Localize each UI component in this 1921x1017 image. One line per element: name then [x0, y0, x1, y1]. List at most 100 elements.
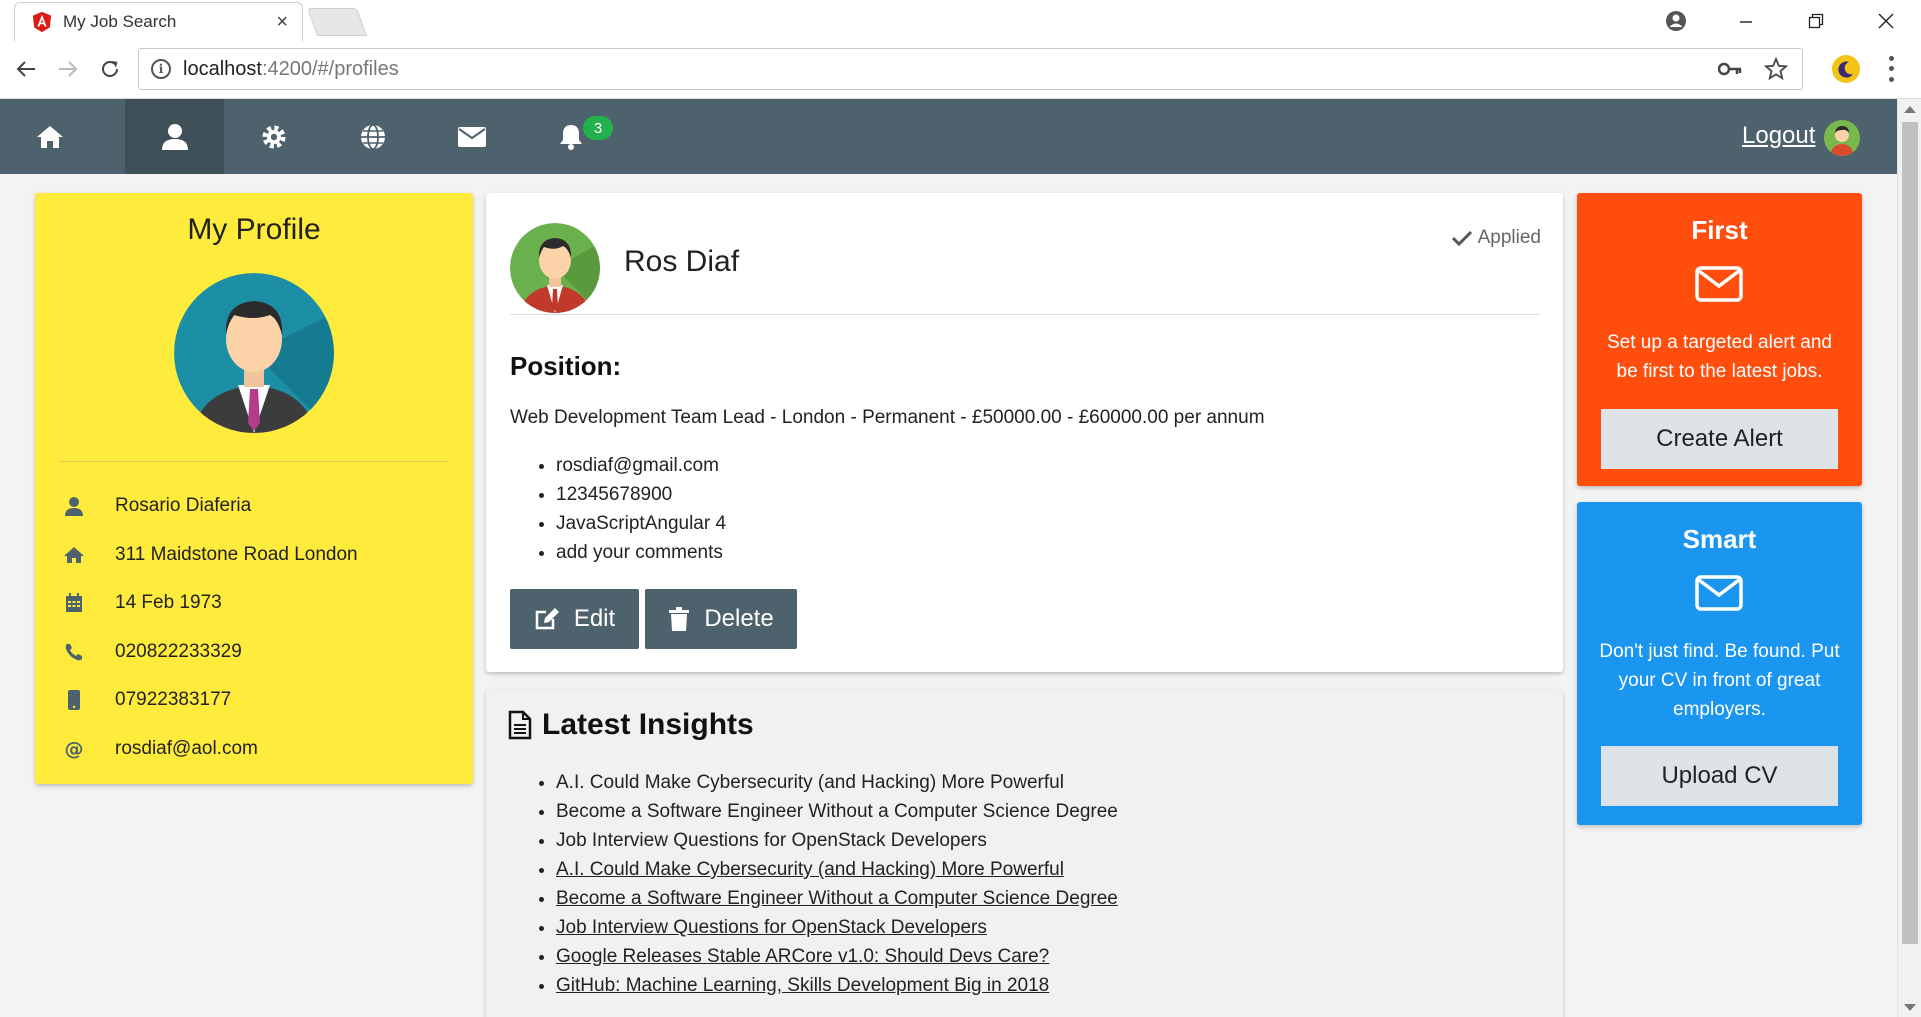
list-item: 12345678900 [556, 480, 726, 509]
minimize-icon[interactable] [1711, 0, 1781, 41]
nav-globe[interactable] [323, 99, 422, 174]
phone-icon [65, 644, 82, 661]
promo-first-card: First Set up a targeted alert and be fir… [1577, 193, 1862, 486]
check-icon [1451, 230, 1472, 246]
create-alert-button[interactable]: Create Alert [1601, 409, 1838, 469]
forward-icon[interactable] [52, 53, 84, 85]
latest-insights-card: Latest Insights A.I. Could Make Cybersec… [486, 690, 1563, 1017]
profile-divider [59, 461, 449, 462]
position-text: Web Development Team Lead - London - Per… [510, 407, 1265, 428]
extension-icon[interactable] [1832, 55, 1860, 83]
url-bar[interactable]: i localhost:4200/#/profiles [138, 48, 1803, 90]
list-item: A.I. Could Make Cybersecurity (and Hacki… [556, 768, 1118, 797]
applicant-avatar [510, 223, 600, 313]
user-icon [65, 497, 83, 516]
browser-account-icon[interactable] [1641, 0, 1711, 41]
browser-menu-icon[interactable] [1884, 53, 1898, 85]
list-item: add your comments [556, 538, 726, 567]
home-icon [36, 125, 63, 148]
app-navbar [0, 99, 1897, 174]
scroll-up-arrow-icon[interactable] [1904, 106, 1916, 113]
page-scrollbar[interactable] [1897, 100, 1921, 1017]
profile-dob-row: 14 Feb 1973 [59, 588, 449, 618]
user-icon [161, 123, 188, 150]
profile-email-row: @ rosdiaf@aol.com [59, 734, 449, 764]
profile-address: 311 Maidstone Road London [115, 544, 358, 565]
profile-email: rosdiaf@aol.com [115, 738, 258, 759]
svg-text:@: @ [65, 739, 84, 759]
insight-link[interactable]: A.I. Could Make Cybersecurity (and Hacki… [556, 855, 1118, 884]
insight-link[interactable]: Google Releases Stable ARCore v1.0: Shou… [556, 942, 1118, 971]
url-text: localhost:4200/#/profiles [183, 57, 399, 80]
new-tab-button[interactable] [306, 8, 368, 36]
job-divider [510, 314, 1540, 315]
reload-icon[interactable] [94, 53, 126, 85]
home-icon [64, 547, 84, 563]
profile-dob: 14 Feb 1973 [115, 592, 222, 613]
nav-mail[interactable] [422, 99, 521, 174]
promo-first-text: Set up a targeted alert and be first to … [1607, 332, 1832, 382]
browser-toolbar: i localhost:4200/#/profiles [0, 41, 1921, 99]
bell-icon [559, 124, 582, 150]
insights-title-text: Latest Insights [542, 708, 754, 741]
promo-smart-title: Smart [1682, 524, 1757, 554]
calendar-icon [66, 593, 82, 612]
trash-icon [669, 607, 690, 631]
job-details-list: rosdiaf@gmail.com 12345678900 JavaScript… [510, 451, 726, 567]
site-info-icon[interactable]: i [151, 59, 171, 79]
mobile-icon [68, 690, 80, 710]
delete-button-label: Delete [704, 605, 774, 632]
edit-button[interactable]: Edit [510, 589, 639, 649]
restore-icon[interactable] [1781, 0, 1851, 41]
nav-home[interactable] [0, 99, 99, 174]
promo-smart-card: Smart Don't just find. Be found. Put you… [1577, 502, 1862, 825]
application-status: Applied [1451, 227, 1541, 249]
profile-phone: 020822233329 [115, 641, 242, 662]
application-status-text: Applied [1477, 227, 1541, 248]
close-window-icon[interactable] [1851, 0, 1921, 41]
profile-name-row: Rosario Diaferia [59, 491, 449, 521]
insight-link[interactable]: Job Interview Questions for OpenStack De… [556, 913, 1118, 942]
document-icon [508, 710, 532, 740]
edit-button-label: Edit [573, 605, 616, 632]
browser-tab[interactable]: My Job Search × [14, 2, 303, 41]
back-icon[interactable] [10, 53, 42, 85]
scroll-thumb[interactable] [1902, 122, 1918, 944]
envelope-icon [1695, 575, 1743, 611]
nav-settings[interactable] [224, 99, 323, 174]
globe-icon [360, 123, 385, 150]
position-label: Position: [510, 351, 622, 381]
list-item: JavaScriptAngular 4 [556, 509, 726, 538]
browser-tab-bar: My Job Search × [0, 0, 1921, 41]
key-icon[interactable] [1718, 62, 1742, 76]
window-controls [1641, 0, 1921, 41]
delete-button[interactable]: Delete [645, 589, 797, 649]
scroll-down-arrow-icon[interactable] [1904, 1004, 1916, 1011]
insights-title: Latest Insights [508, 708, 754, 742]
upload-cv-button[interactable]: Upload CV [1601, 746, 1838, 806]
promo-smart-text: Don't just find. Be found. Put your CV i… [1599, 641, 1840, 720]
tab-close-icon[interactable]: × [276, 11, 288, 34]
envelope-icon [457, 126, 486, 147]
at-sign-icon: @ [65, 739, 84, 759]
insight-link[interactable]: Become a Software Engineer Without a Com… [556, 884, 1118, 913]
list-item: Job Interview Questions for OpenStack De… [556, 826, 1118, 855]
logout-link[interactable]: Logout [1742, 122, 1815, 150]
list-item: rosdiaf@gmail.com [556, 451, 726, 480]
gear-icon [262, 125, 285, 148]
job-application-card: Ros Diaf Applied Position: Web Developme… [486, 193, 1563, 672]
nav-profile[interactable] [125, 99, 224, 174]
insights-list: A.I. Could Make Cybersecurity (and Hacki… [510, 768, 1118, 1000]
list-item: Become a Software Engineer Without a Com… [556, 797, 1118, 826]
profile-address-row: 311 Maidstone Road London [59, 540, 449, 570]
envelope-icon [1695, 266, 1743, 302]
insight-link[interactable]: GitHub: Machine Learning, Skills Develop… [556, 971, 1118, 1000]
profile-name: Rosario Diaferia [115, 495, 252, 516]
profile-mobile: 07922383177 [115, 689, 232, 710]
applicant-name: Ros Diaf [624, 245, 740, 278]
profile-phone-row: 020822233329 [59, 637, 449, 667]
user-avatar[interactable] [1824, 120, 1860, 156]
tab-title: My Job Search [63, 12, 177, 31]
profile-card: My Profile Rosario Diaferia 311 Maidston… [35, 193, 473, 784]
bookmark-star-icon[interactable] [1764, 57, 1788, 81]
